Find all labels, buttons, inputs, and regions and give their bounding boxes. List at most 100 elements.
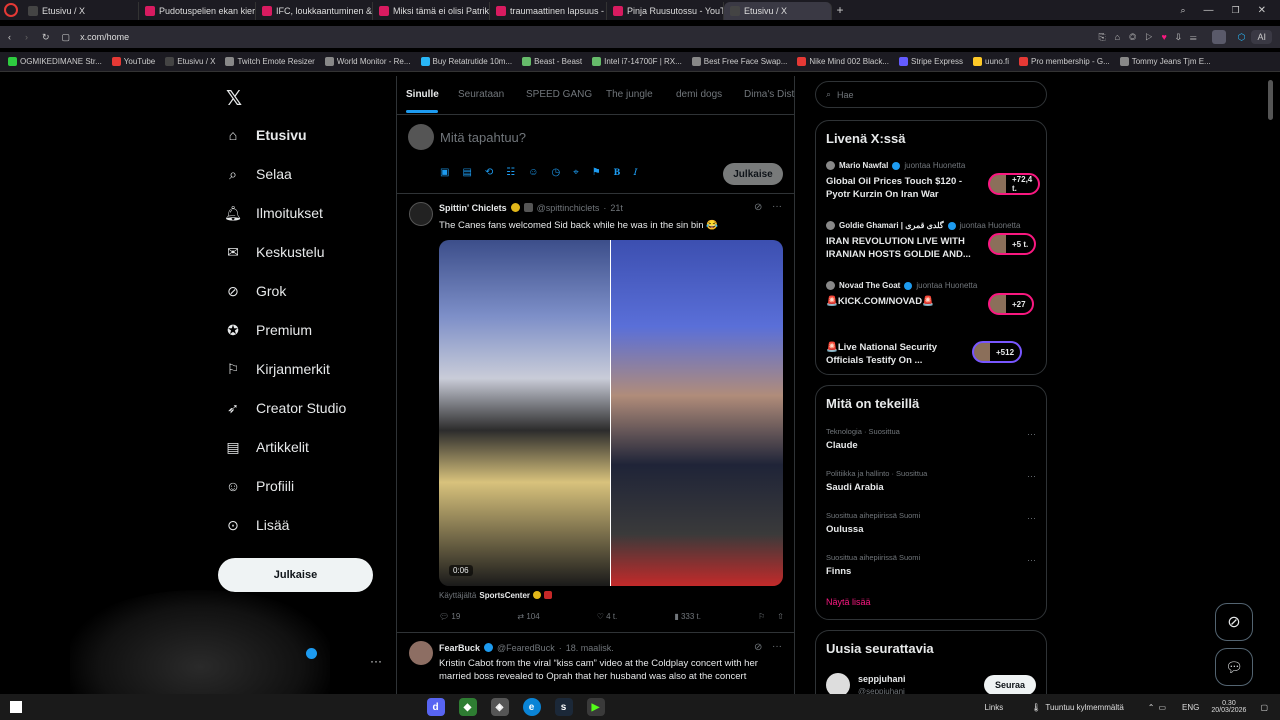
new-tab-button[interactable]: + xyxy=(832,3,848,17)
tweet-author[interactable]: Spittin' Chiclets xyxy=(439,203,507,213)
edge-icon[interactable]: e xyxy=(522,698,541,716)
grok-icon[interactable]: ⊘ xyxy=(754,202,762,213)
playstation-icon[interactable]: ▶ xyxy=(586,698,605,716)
tweet-handle[interactable]: @FearedBuck xyxy=(497,643,555,653)
browser-tab[interactable]: Miksi tämä ei olisi Patrik L xyxy=(373,2,490,20)
feed-tab[interactable]: Seurataan xyxy=(458,89,504,100)
live-listeners-badge[interactable]: +512 xyxy=(972,341,1023,363)
like-button[interactable]: ♡ 4 t. xyxy=(597,612,618,621)
bookmark-item[interactable]: Twitch Emote Resizer xyxy=(225,57,315,66)
tray-icons[interactable]: ⌃▭ xyxy=(1148,703,1170,712)
links-toolbar[interactable]: Links xyxy=(985,703,1004,712)
close-window-button[interactable]: ✕ xyxy=(1258,5,1266,16)
messages-float-button[interactable]: 💬︎ xyxy=(1215,648,1253,686)
discord-icon[interactable]: d xyxy=(426,698,445,716)
tweet-card[interactable]: FearBuck @FearedBuck · 18. maalisk. ⊘ ··… xyxy=(397,633,794,693)
live-listeners-badge[interactable]: +72,4 t. xyxy=(988,173,1041,195)
bookmark-item[interactable]: World Monitor - Re... xyxy=(324,57,411,66)
browser-tab[interactable]: Pudotuspelien ekan kierro xyxy=(139,2,256,20)
sidebar-item-ilmoitukset[interactable]: 🔔︎ Ilmoitukset xyxy=(224,204,323,222)
tweet-video[interactable]: 0:06 xyxy=(439,240,783,586)
sidebar-item-keskustelu[interactable]: ✉ Keskustelu xyxy=(224,243,324,261)
site-info-icon[interactable]: ▢ xyxy=(62,32,71,43)
search-tabs-icon[interactable]: ⌕ xyxy=(1180,5,1185,16)
tweet-handle[interactable]: @spittinchiclets xyxy=(537,203,600,213)
forward-icon[interactable]: › xyxy=(25,32,28,42)
browser-tab[interactable]: Etusivu / X xyxy=(724,2,832,20)
tweet-time[interactable]: 18. maalisk. xyxy=(566,643,614,653)
sidebar-item-etusivu[interactable]: ⌂ Etusivu xyxy=(224,126,307,144)
bookmark-item[interactable]: Etusivu / X xyxy=(165,57,215,66)
bookmark-item[interactable]: Intel i7-14700F | RX... xyxy=(592,57,682,66)
shield-icon[interactable]: ◈ xyxy=(490,698,509,716)
live-item[interactable]: Mario Nawfal juontaa Huonetta Global Oil P… xyxy=(826,161,1041,201)
bookmark-item[interactable]: YouTube xyxy=(111,57,155,66)
extension-icon[interactable]: ⬡ xyxy=(1238,32,1246,43)
tweet-more-icon[interactable]: ··· xyxy=(772,641,782,652)
feed-tab[interactable]: Dima's Dist xyxy=(744,89,794,100)
trend-more-icon[interactable]: ··· xyxy=(1027,513,1036,523)
tweet-author[interactable]: FearBuck xyxy=(439,643,480,653)
tweet-avatar[interactable] xyxy=(409,641,433,665)
feed-tab[interactable]: SPEED GANG xyxy=(526,89,592,100)
account-more-icon[interactable]: ··· xyxy=(370,654,382,668)
search-box[interactable]: ⌕ Hae xyxy=(815,81,1047,108)
notifications-icon[interactable]: ▢ xyxy=(1260,703,1268,712)
toolbar-icons[interactable]: ⎘⌂◎▷♥⇩☰ xyxy=(1098,32,1205,43)
bookmark-item[interactable]: Buy Retatrutide 10m... xyxy=(420,57,512,66)
tweet-more-icon[interactable]: ··· xyxy=(772,201,782,212)
attribution-source[interactable]: SportsCenter xyxy=(479,591,530,600)
show-more-link[interactable]: Näytä lisää xyxy=(826,597,871,607)
composer-post-button[interactable]: Julkaise xyxy=(723,163,783,185)
sidebar-item-kirjanmerkit[interactable]: ⚐ Kirjanmerkit xyxy=(224,360,330,378)
follow-button[interactable]: Seuraa xyxy=(984,675,1036,695)
sidebar-item-lisää[interactable]: ⊙ Lisää xyxy=(224,516,289,534)
back-icon[interactable]: ‹ xyxy=(8,32,11,42)
profile-icon[interactable] xyxy=(1211,30,1226,44)
x-logo-icon[interactable]: 𝕏 xyxy=(226,86,242,110)
reload-icon[interactable]: ↻ xyxy=(42,32,50,43)
feed-tab[interactable]: demi dogs xyxy=(676,89,722,100)
trend-item[interactable]: Politiikka ja hallinto · Suosittua Saudi … xyxy=(826,469,1038,493)
live-item[interactable]: Novad The Goat juontaa Huonetta 🚨KICK.COM/… xyxy=(826,281,1038,315)
share-icon[interactable]: ⇧ xyxy=(777,612,784,621)
bookmark-item[interactable]: Nike Mind 002 Black... xyxy=(797,57,889,66)
sidebar-item-selaa[interactable]: ⌕ Selaa xyxy=(224,165,292,183)
trend-more-icon[interactable]: ··· xyxy=(1027,471,1036,481)
language-indicator[interactable]: ENG xyxy=(1182,703,1199,712)
ai-button[interactable]: AI xyxy=(1251,30,1272,44)
browser-logo-icon[interactable] xyxy=(4,3,18,17)
composer-input[interactable]: Mitä tapahtuu? xyxy=(440,130,526,145)
bookmark-item[interactable]: Tommy Jeans Tjm E... xyxy=(1119,57,1211,66)
search-input[interactable]: Hae xyxy=(837,90,854,100)
trend-item[interactable]: Suosittua aihepiirissä Suomi Finns ··· xyxy=(826,553,1038,577)
bookmark-item[interactable]: OGMIKEDIMANE Str... xyxy=(8,57,102,66)
bookmark-icon[interactable]: ⚐ xyxy=(758,612,765,621)
live-listeners-badge[interactable]: +5 t. xyxy=(988,233,1037,255)
composer-avatar[interactable] xyxy=(408,124,434,150)
windows-start-icon[interactable] xyxy=(10,701,22,713)
grok-icon[interactable]: ⊘ xyxy=(754,642,762,653)
live-listeners-badge[interactable]: +27 xyxy=(988,293,1034,315)
feed-tab[interactable]: The jungle xyxy=(606,89,653,100)
sidebar-item-premium[interactable]: ✪ Premium xyxy=(224,321,312,339)
bookmark-item[interactable]: Pro membership - G... xyxy=(1019,57,1110,66)
sidebar-item-creator-studio[interactable]: ➶ Creator Studio xyxy=(224,399,346,417)
bookmark-item[interactable]: Beast - Beast xyxy=(522,57,582,66)
views-button[interactable]: ▮ 333 t. xyxy=(674,612,701,621)
scrollbar[interactable] xyxy=(1268,80,1273,120)
retweet-button[interactable]: ⇄ 104 xyxy=(517,612,539,621)
sidebar-item-grok[interactable]: ⊘ Grok xyxy=(224,282,286,300)
sidebar-item-profiili[interactable]: ☺ Profiili xyxy=(224,477,294,495)
grok-float-button[interactable]: ⊘ xyxy=(1215,603,1253,641)
weather-text[interactable]: Tuuntuu kylmemmältä xyxy=(1045,703,1123,712)
composer-tools[interactable]: ▣▤⟲☷☺◷⌖⚑𝐁𝐼 xyxy=(440,167,650,178)
reply-button[interactable]: 💬︎ 19 xyxy=(439,612,460,621)
sidebar-item-artikkelit[interactable]: ▤ Artikkelit xyxy=(224,438,309,456)
browser-tab[interactable]: Pinja Ruusutossu - YouTu xyxy=(607,2,724,20)
bookmark-item[interactable]: Best Free Face Swap... xyxy=(691,57,787,66)
feed-tab[interactable]: Sinulle xyxy=(406,89,439,100)
live-item[interactable]: 🚨Live National Security Officials Testif… xyxy=(826,341,1038,367)
browser-tab[interactable]: IFC, loukkaantuminen & V xyxy=(256,2,373,20)
maximize-button[interactable]: ❐ xyxy=(1232,5,1240,16)
